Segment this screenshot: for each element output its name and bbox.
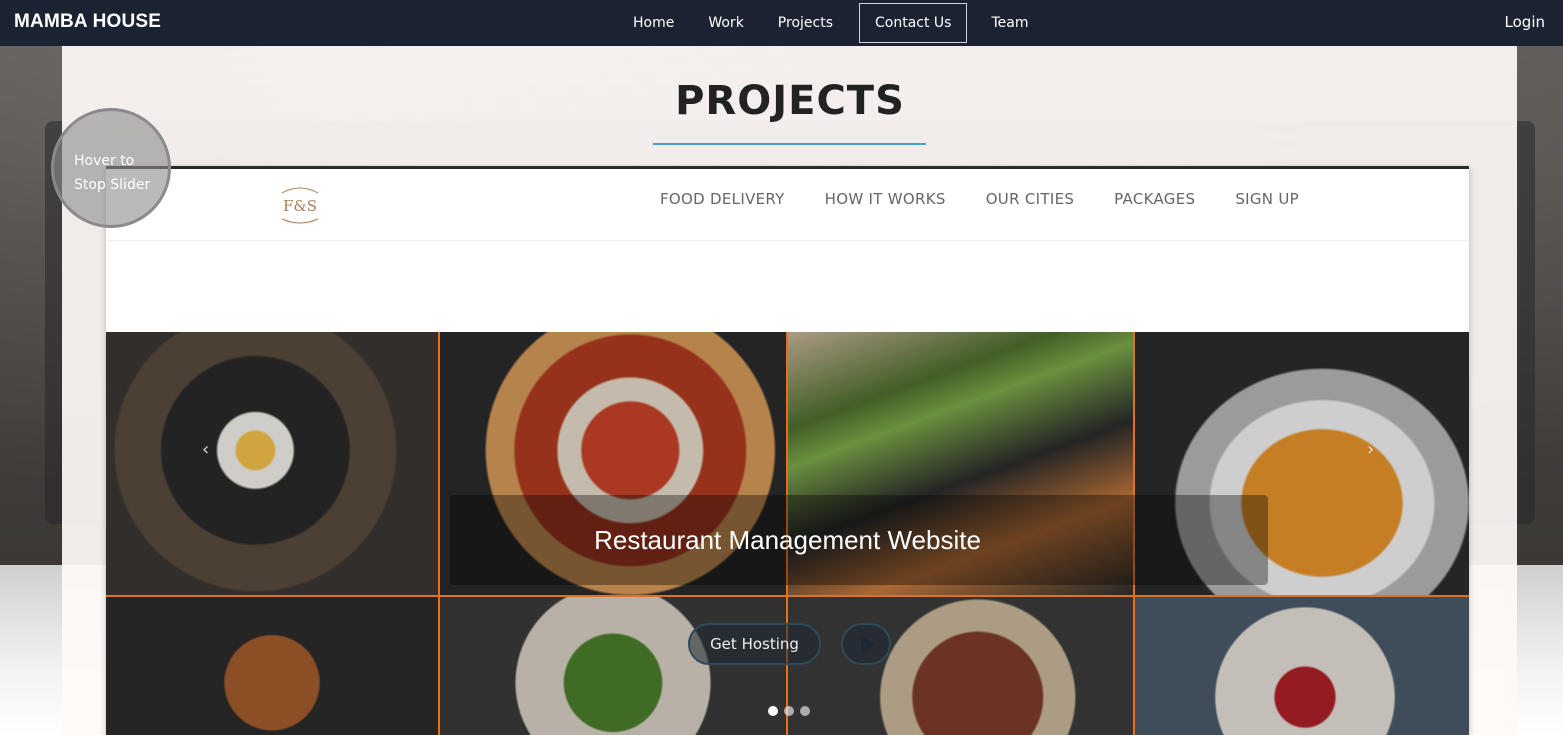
- slider-dots: [768, 706, 816, 716]
- slide-site-navbar: F&S FOOD DELIVERY HOW IT WORKS OUR CITIE…: [106, 169, 1469, 241]
- slider-dot-3[interactable]: [800, 706, 810, 716]
- fs-logo-icon: F&S: [281, 187, 319, 224]
- nav-work[interactable]: Work: [692, 5, 759, 41]
- slide-site-menu: FOOD DELIVERY HOW IT WORKS OUR CITIES PA…: [660, 190, 1339, 208]
- hover-hint-text: Hover to Stop Slider: [74, 153, 151, 193]
- food-image-steak: [106, 597, 438, 735]
- project-slide: F&S FOOD DELIVERY HOW IT WORKS OUR CITIE…: [106, 166, 1469, 735]
- nav-home[interactable]: Home: [617, 5, 690, 41]
- menu-sign-up[interactable]: SIGN UP: [1235, 190, 1299, 208]
- nav-projects[interactable]: Projects: [762, 5, 849, 41]
- login-link[interactable]: Login: [1505, 13, 1545, 31]
- top-navbar: MAMBA HOUSE Home Work Projects Contact U…: [0, 0, 1563, 46]
- nav-contact-us[interactable]: Contact Us: [859, 3, 968, 43]
- section-title: PROJECTS: [675, 78, 905, 124]
- slider-dot-2[interactable]: [784, 706, 794, 716]
- brand-logo[interactable]: MAMBA HOUSE: [14, 11, 161, 33]
- slide-caption: Restaurant Management Website: [594, 525, 981, 555]
- prev-slide-icon[interactable]: ‹: [202, 439, 209, 460]
- hover-stop-hint[interactable]: Hover to Stop Slider: [51, 108, 171, 228]
- svg-text:F&S: F&S: [283, 197, 317, 215]
- menu-packages[interactable]: PACKAGES: [1114, 190, 1195, 208]
- menu-how-it-works[interactable]: HOW IT WORKS: [825, 190, 946, 208]
- menu-food-delivery[interactable]: FOOD DELIVERY: [660, 190, 785, 208]
- food-image-dessert: [1135, 597, 1469, 735]
- nav-team[interactable]: Team: [975, 5, 1044, 41]
- food-image-salad: [440, 597, 786, 735]
- menu-our-cities[interactable]: OUR CITIES: [986, 190, 1074, 208]
- next-slide-icon[interactable]: ›: [1367, 439, 1374, 460]
- food-image-burger: [788, 597, 1133, 735]
- play-button[interactable]: [841, 623, 891, 665]
- get-hosting-button[interactable]: Get Hosting: [688, 623, 821, 665]
- nav-links: Home Work Projects Contact Us Team: [617, 0, 1046, 46]
- slider-dot-1[interactable]: [768, 706, 778, 716]
- title-underline: [653, 143, 926, 145]
